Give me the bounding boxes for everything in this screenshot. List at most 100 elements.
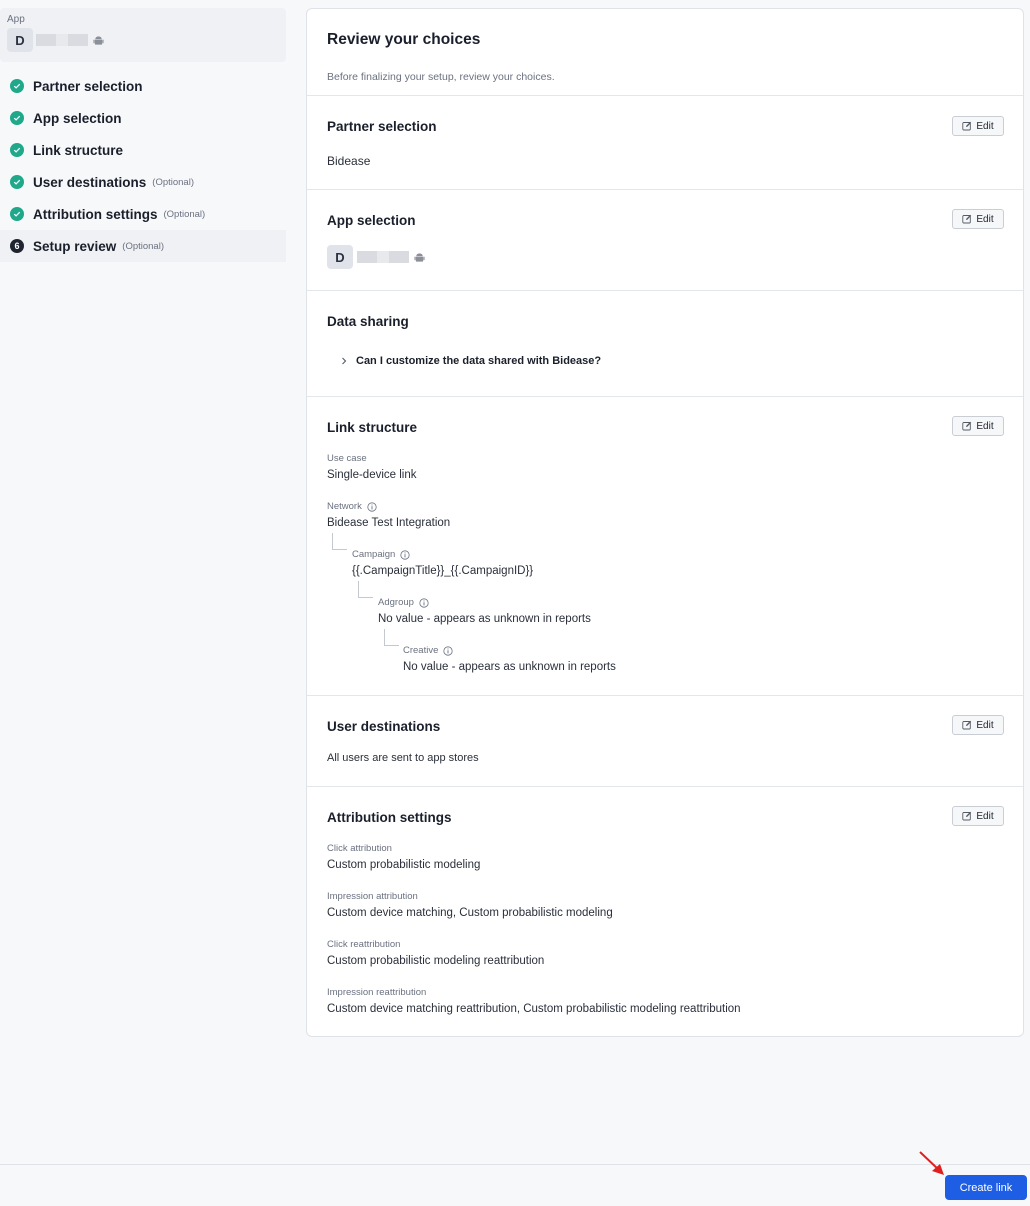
edit-label: Edit	[976, 213, 994, 225]
step-label: Attribution settings	[33, 206, 158, 222]
check-circle-icon	[10, 111, 24, 125]
create-link-button[interactable]: Create link	[945, 1175, 1027, 1200]
edit-label: Edit	[976, 810, 994, 822]
info-icon[interactable]	[443, 645, 453, 656]
edit-label: Edit	[976, 420, 994, 432]
data-sharing-faq-toggle[interactable]: Can I customize the data shared with Bid…	[340, 355, 601, 367]
creative-value: No value - appears as unknown in reports	[403, 661, 616, 673]
edit-icon	[962, 811, 972, 821]
step-app-selection[interactable]: App selection	[0, 102, 286, 134]
faq-question: Can I customize the data shared with Bid…	[356, 355, 602, 367]
setup-steps: Partner selection App selection Link str…	[0, 70, 286, 262]
edit-label: Edit	[976, 120, 994, 132]
click-reattribution-label: Click reattribution	[327, 939, 401, 950]
tree-connector	[384, 629, 399, 646]
app-chip: D	[327, 245, 425, 269]
step-partner-selection[interactable]: Partner selection	[0, 70, 286, 102]
sidebar: App D Partner selection App selection Li…	[0, 8, 286, 262]
check-circle-icon	[10, 143, 24, 157]
impression-reattribution-label: Impression reattribution	[327, 987, 427, 998]
review-header: Review your choices Before finalizing yo…	[307, 9, 1023, 96]
optional-tag: (Optional)	[122, 240, 164, 252]
step-label: Link structure	[33, 142, 124, 158]
edit-app-button[interactable]: Edit	[952, 209, 1004, 229]
adgroup-label-row: Adgroup	[378, 597, 429, 608]
page-subtitle: Before finalizing your setup, review you…	[327, 71, 555, 83]
red-arrow-annotation	[919, 1151, 944, 1175]
impression-attribution-label: Impression attribution	[327, 891, 418, 902]
edit-link-structure-button[interactable]: Edit	[952, 416, 1004, 436]
section-title: User destinations	[327, 719, 441, 734]
app-avatar: D	[7, 28, 33, 52]
step-number: 6	[10, 239, 24, 253]
step-label: Partner selection	[33, 78, 143, 94]
review-card: Review your choices Before finalizing yo…	[306, 8, 1024, 1037]
link-structure-section: Link structure Edit Use case Single-devi…	[307, 397, 1023, 696]
app-label: App	[7, 14, 25, 25]
network-label: Network	[327, 501, 362, 512]
adgroup-label: Adgroup	[378, 597, 414, 608]
page-title: Review your choices	[327, 31, 481, 48]
edit-partner-button[interactable]: Edit	[952, 116, 1004, 136]
step-user-destinations[interactable]: User destinations (Optional)	[0, 166, 286, 198]
creative-label: Creative	[403, 645, 439, 656]
step-setup-review[interactable]: 6 Setup review (Optional)	[0, 230, 286, 262]
android-icon	[93, 35, 104, 45]
app-name-redacted	[36, 34, 88, 46]
click-attribution-value: Custom probabilistic modeling	[327, 859, 481, 871]
info-icon[interactable]	[367, 501, 377, 512]
check-circle-icon	[10, 175, 24, 189]
click-attribution-label: Click attribution	[327, 843, 392, 854]
footer-bar	[0, 1164, 1030, 1206]
check-circle-icon	[10, 207, 24, 221]
app-section: App selection Edit D	[307, 190, 1023, 291]
destinations-value: All users are sent to app stores	[327, 752, 479, 764]
user-destinations-section: User destinations Edit All users are sen…	[307, 696, 1023, 787]
adgroup-value: No value - appears as unknown in reports	[378, 613, 591, 625]
edit-icon	[962, 720, 972, 730]
edit-icon	[962, 421, 972, 431]
info-icon[interactable]	[400, 549, 410, 560]
edit-icon	[962, 121, 972, 131]
step-attribution-settings[interactable]: Attribution settings (Optional)	[0, 198, 286, 230]
use-case-value: Single-device link	[327, 469, 417, 481]
tree-connector	[332, 533, 347, 550]
use-case-label: Use case	[327, 453, 367, 464]
click-reattribution-value: Custom probabilistic modeling reattribut…	[327, 955, 545, 967]
check-circle-icon	[10, 79, 24, 93]
campaign-label-row: Campaign	[352, 549, 410, 560]
section-title: Attribution settings	[327, 810, 452, 825]
app-avatar: D	[327, 245, 353, 269]
chevron-right-icon	[342, 357, 347, 365]
optional-tag: (Optional)	[152, 176, 194, 188]
partner-value: Bidease	[327, 154, 371, 168]
selected-app-box: App D	[0, 8, 286, 62]
campaign-label: Campaign	[352, 549, 396, 560]
tree-connector	[358, 581, 373, 598]
partner-section: Partner selection Edit Bidease	[307, 96, 1023, 190]
edit-attribution-button[interactable]: Edit	[952, 806, 1004, 826]
edit-icon	[962, 214, 972, 224]
creative-label-row: Creative	[403, 645, 453, 656]
edit-label: Edit	[976, 719, 994, 731]
step-label: Setup review	[33, 238, 117, 254]
section-title: Data sharing	[327, 314, 409, 329]
optional-tag: (Optional)	[163, 208, 206, 220]
android-icon	[414, 252, 425, 262]
campaign-value: {{.CampaignTitle}}_{{.CampaignID}}	[352, 565, 534, 577]
network-value: Bidease Test Integration	[327, 517, 451, 529]
attribution-section: Attribution settings Edit Click attribut…	[307, 787, 1023, 1036]
step-label: User destinations	[33, 174, 147, 190]
network-label-row: Network	[327, 501, 377, 512]
section-title: Partner selection	[327, 119, 437, 134]
step-label: App selection	[33, 110, 122, 126]
section-title: Link structure	[327, 420, 418, 435]
impression-attribution-value: Custom device matching, Custom probabili…	[327, 907, 613, 919]
impression-reattribution-value: Custom device matching reattribution, Cu…	[327, 1003, 741, 1015]
data-sharing-section: Data sharing Can I customize the data sh…	[307, 291, 1023, 397]
edit-user-destinations-button[interactable]: Edit	[952, 715, 1004, 735]
step-link-structure[interactable]: Link structure	[0, 134, 286, 166]
section-title: App selection	[327, 213, 416, 228]
app-name-redacted	[357, 251, 409, 263]
info-icon[interactable]	[419, 597, 429, 608]
